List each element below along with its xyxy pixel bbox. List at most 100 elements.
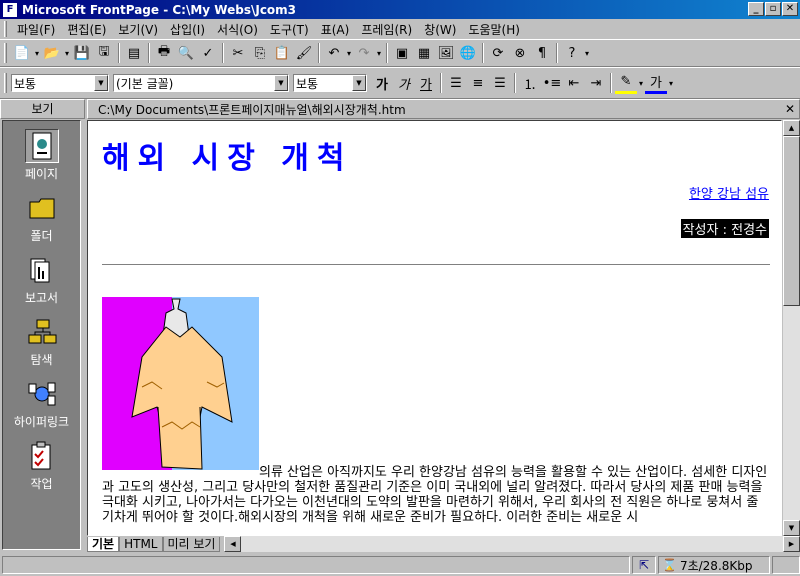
close-document-icon[interactable]: ✕ <box>785 102 795 116</box>
highlight-dropdown-icon[interactable]: ▾ <box>637 79 645 88</box>
page-editor[interactable]: 해외 시장 개척 한양 강남 섬유 작성자 : 전경수 의류 산업은 아직까지도… <box>87 120 782 536</box>
publish-icon[interactable]: 🖫 <box>93 42 115 64</box>
menu-file[interactable]: 파일(F) <box>11 21 61 38</box>
tab-html[interactable]: HTML <box>119 537 163 552</box>
view-navigation[interactable]: 탐색 <box>3 315 80 368</box>
download-time: 7초/28.8Kbp <box>679 558 753 573</box>
highlight-icon[interactable]: ✎ <box>615 72 637 94</box>
align-right-icon[interactable]: ☰ <box>489 72 511 94</box>
italic-button[interactable]: 가 <box>393 72 415 94</box>
save-icon[interactable]: 💾 <box>71 42 93 64</box>
font-color-button[interactable]: 가 <box>645 72 667 94</box>
view-folders[interactable]: 폴더 <box>3 191 80 244</box>
style-combo[interactable]: 보통 ▼ <box>11 74 109 92</box>
author-text[interactable]: 작성자 : 전경수 <box>680 219 769 238</box>
folder-view-icon <box>25 191 59 225</box>
view-page[interactable]: 페이지 <box>3 129 80 182</box>
minimize-button[interactable]: _ <box>748 2 764 16</box>
view-label: 페이지 <box>24 167 59 181</box>
bulleted-list-icon[interactable]: •≡ <box>541 72 563 94</box>
font-color-dropdown-icon[interactable]: ▾ <box>667 79 675 88</box>
tab-preview[interactable]: 미리 보기 <box>162 537 221 552</box>
tab-normal[interactable]: 기본 <box>87 537 120 552</box>
hourglass-icon: ⌛ <box>662 558 677 572</box>
scroll-right-icon[interactable]: ▶ <box>783 536 800 552</box>
insert-table-icon[interactable]: ▦ <box>413 42 435 64</box>
align-left-icon[interactable]: ☰ <box>445 72 467 94</box>
body-paragraph[interactable]: 의류 산업은 아직까지도 우리 한양강남 섬유의 능력을 활용할 수 있는 산업… <box>102 465 770 525</box>
maximize-button[interactable]: ▫ <box>765 2 781 16</box>
numbered-list-icon[interactable]: ⒈ <box>519 72 541 94</box>
folder-list-icon[interactable]: ▤ <box>123 42 145 64</box>
clothing-clipart[interactable] <box>102 297 259 470</box>
menu-insert[interactable]: 삽입(I) <box>164 21 211 38</box>
print-icon[interactable]: 🖶 <box>153 42 175 64</box>
menu-table[interactable]: 표(A) <box>315 21 356 38</box>
chevron-down-icon[interactable]: ▼ <box>94 75 108 91</box>
preview-browser-icon[interactable]: 🔍 <box>175 42 197 64</box>
menu-edit[interactable]: 편집(E) <box>61 21 112 38</box>
cut-icon[interactable]: ✂ <box>227 42 249 64</box>
view-hyperlinks[interactable]: 하이퍼링크 <box>3 377 80 430</box>
align-center-icon[interactable]: ≡ <box>467 72 489 94</box>
insert-component-icon[interactable]: ▣ <box>391 42 413 64</box>
underline-button[interactable]: 가 <box>415 72 437 94</box>
help-dropdown-icon[interactable]: ▾ <box>583 49 591 58</box>
toolbar-grip[interactable] <box>4 43 7 63</box>
scroll-up-icon[interactable]: ▲ <box>783 120 800 136</box>
undo-dropdown-icon[interactable]: ▾ <box>345 49 353 58</box>
help-icon[interactable]: ? <box>561 42 583 64</box>
view-label: 작업 <box>30 477 53 491</box>
navigation-view-icon <box>25 315 59 349</box>
style-combo-value: 보통 <box>14 76 37 91</box>
insert-picture-icon[interactable]: 🖼 <box>435 42 457 64</box>
font-combo[interactable]: (기본 글꼴) ▼ <box>113 74 289 92</box>
toolbar-grip[interactable] <box>4 21 7 37</box>
status-message <box>2 556 630 574</box>
formatting-toolbar: 보통 ▼ (기본 글꼴) ▼ 보통 ▼ 가 가 가 ☰ ≡ ☰ ⒈ •≡ ⇤ ⇥… <box>0 67 800 99</box>
font-size-combo[interactable]: 보통 ▼ <box>293 74 367 92</box>
toolbar-grip[interactable] <box>4 73 7 93</box>
scroll-thumb[interactable] <box>783 136 800 306</box>
view-reports[interactable]: 보고서 <box>3 253 80 306</box>
body-text: 의류 산업은 아직까지도 우리 한양강남 섬유의 능력을 활용할 수 있는 산업… <box>102 465 768 525</box>
views-list: 페이지 폴더 보고서 탐색 하이퍼링크 작업 <box>2 120 81 550</box>
scroll-down-icon[interactable]: ▼ <box>783 520 800 536</box>
frontpage-app-icon[interactable]: F <box>2 1 18 18</box>
page-heading[interactable]: 해외 시장 개척 <box>102 133 353 177</box>
menu-frames[interactable]: 프레임(R) <box>355 21 418 38</box>
open-icon[interactable]: 📂 <box>41 42 63 64</box>
decrease-indent-icon[interactable]: ⇤ <box>563 72 585 94</box>
scroll-left-icon[interactable]: ◀ <box>224 536 242 552</box>
show-all-icon[interactable]: ¶ <box>531 42 553 64</box>
menu-tools[interactable]: 도구(T) <box>264 21 315 38</box>
menu-view[interactable]: 보기(V) <box>112 21 164 38</box>
copy-icon[interactable]: ⎘ <box>249 42 271 64</box>
view-tasks[interactable]: 작업 <box>3 439 80 492</box>
reports-view-icon <box>25 253 59 287</box>
close-button[interactable]: ✕ <box>782 2 798 16</box>
refresh-icon[interactable]: ⟳ <box>487 42 509 64</box>
menu-help[interactable]: 도움말(H) <box>462 21 526 38</box>
new-dropdown-icon[interactable]: ▾ <box>33 49 41 58</box>
new-page-icon[interactable]: 📄 <box>11 42 33 64</box>
stop-icon[interactable]: ⊗ <box>509 42 531 64</box>
chevron-down-icon[interactable]: ▼ <box>352 75 366 91</box>
redo-icon[interactable]: ↷ <box>353 42 375 64</box>
format-painter-icon[interactable]: 🖌 <box>293 42 315 64</box>
chevron-down-icon[interactable]: ▼ <box>274 75 288 91</box>
undo-icon[interactable]: ↶ <box>323 42 345 64</box>
open-dropdown-icon[interactable]: ▾ <box>63 49 71 58</box>
view-label: 폴더 <box>30 229 53 243</box>
spelling-icon[interactable]: ✓ <box>197 42 219 64</box>
hyperlink-icon[interactable]: 🌐 <box>457 42 479 64</box>
menu-format[interactable]: 서식(O) <box>211 21 264 38</box>
increase-indent-icon[interactable]: ⇥ <box>585 72 607 94</box>
menu-window[interactable]: 창(W) <box>418 21 462 38</box>
vertical-scrollbar[interactable]: ▲ ▼ <box>783 120 800 536</box>
horizontal-scrollbar[interactable]: ◀ ▶ <box>224 536 800 552</box>
paste-icon[interactable]: 📋 <box>271 42 293 64</box>
company-link[interactable]: 한양 강남 섬유 <box>689 183 769 202</box>
bold-button[interactable]: 가 <box>371 72 393 94</box>
redo-dropdown-icon[interactable]: ▾ <box>375 49 383 58</box>
